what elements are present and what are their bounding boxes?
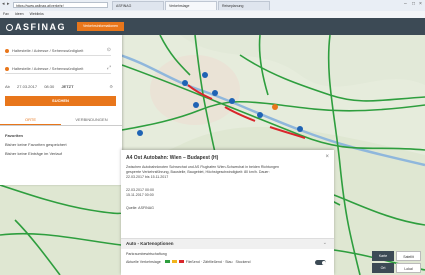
traffic-legend-tail: Stockend [235,260,251,264]
to-placeholder: Haltestelle / Adresse / Sehenswürdigkeit [12,66,84,71]
list-item: Bisher keine Favoriten gespeichert [5,142,67,147]
asfinag-logo[interactable]: ASFINAG [6,22,66,32]
close-window-icon[interactable]: × [419,1,422,7]
option-traffic-label: Aktuelle Verkehrslage [126,260,161,264]
browser-tab-3[interactable]: Reiseplanung [218,1,270,10]
incident-title: A4 Ost Autobahn: Wien – Budapest (H) [126,155,219,161]
traffic-info-button[interactable]: Verkehrsinformationen [77,22,124,31]
option-parking: Parkraumbewirtschaftung [126,251,326,258]
logo-icon [6,24,13,31]
from-placeholder: Haltestelle / Adresse / Sehenswürdigkeit [12,48,84,53]
locate-icon[interactable]: ⊙ [107,46,111,55]
map-options-title: Auto - Kartenoptionen [126,241,174,246]
list-item: Bisher keine Einträge im Verlauf [5,151,62,156]
address-bar[interactable]: https://www.asfinag.at/verkehr/ [13,2,108,8]
legend-jam-swatch [178,260,184,263]
legend-slow-swatch [171,260,177,263]
time-input[interactable]: 08:30 [44,84,54,89]
now-button[interactable]: JETZT [61,84,73,89]
tab-verbindungen[interactable]: VERBINDUNGEN [61,115,122,125]
browser-tab-2[interactable]: Verkehrslage [165,1,217,10]
forward-icon[interactable]: ▸ [7,1,10,7]
favorites-item-2[interactable]: Ideen [15,12,24,16]
map-view-button[interactable]: Karte [372,251,394,261]
logo-text: ASFINAG [15,22,66,32]
back-icon[interactable]: ◂ [2,1,5,7]
traffic-toggle[interactable] [315,260,326,265]
option-parking-label: Parkraumbewirtschaftung [126,252,167,256]
sidebar-tabs: ORTE VERBINDUNGEN [0,115,122,126]
origin-marker-icon [5,48,9,53]
incident-description: Zwischen Autobahnknoten Schwechat und AS… [126,165,321,211]
route-sidebar: Haltestelle / Adresse / Sehenswürdigkeit… [0,35,122,185]
destination-marker-icon [5,66,9,71]
map-options-header[interactable]: Auto - Kartenoptionen ⌄ [121,238,334,249]
option-traffic: Aktuelle Verkehrslage Fließend · Zähflie… [126,259,326,266]
from-field[interactable]: Haltestelle / Adresse / Sehenswürdigkeit… [5,46,111,56]
favorites-heading: Favoriten [5,133,24,138]
date-label: Ab [5,84,10,89]
swap-icon[interactable]: ⤢ [107,64,111,73]
browser-tab-1[interactable]: ASFINAG [112,1,164,10]
tab-orte[interactable]: ORTE [0,115,61,125]
legend-flow-swatch [164,260,170,263]
app-header: ASFINAG Verkehrsinformationen [0,18,425,35]
satellite-view-button[interactable]: Satellit [396,251,421,261]
chevron-down-icon[interactable]: ⌄ [323,240,327,246]
local-button[interactable]: Lokal [396,263,421,273]
search-button[interactable]: SUCHEN [5,96,116,106]
date-input[interactable]: 27.03.2017 [17,84,37,89]
close-icon[interactable]: × [325,154,329,160]
favorites-item-1[interactable]: Fav [3,12,9,16]
settings-icon[interactable]: ⚙ [109,83,113,91]
to-field[interactable]: Haltestelle / Adresse / Sehenswürdigkeit… [5,64,111,74]
place-button[interactable]: Ort [372,263,394,273]
minimize-icon[interactable]: – [404,1,407,7]
source-label: Quelle: ASFINAG [126,206,154,210]
maximize-icon[interactable]: □ [412,1,415,7]
date-time-row: Ab 27.03.2017 08:30 JETZT ⚙ [5,83,117,91]
favorites-item-3[interactable]: Weblinks [30,12,44,16]
incident-panel: A4 Ost Autobahn: Wien – Budapest (H) × Z… [121,150,334,275]
traffic-legend-text: Fließend · Zähfließend · Stau [185,260,233,264]
